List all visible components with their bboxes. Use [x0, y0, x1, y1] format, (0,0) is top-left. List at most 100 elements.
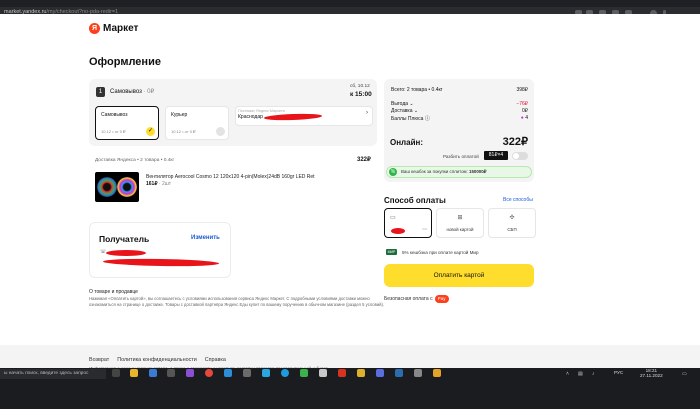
secure-payment-text: Безопасная оплата с: [384, 296, 433, 302]
plus-icon: ⊞: [457, 215, 463, 221]
network-icon[interactable]: ▤: [578, 371, 583, 377]
chevron-right-icon: ›: [366, 110, 368, 116]
app-icon[interactable]: [319, 369, 327, 377]
app-icon[interactable]: [414, 369, 422, 377]
payment-new-card[interactable]: ⊞ новой картой: [436, 208, 484, 238]
split-label: Разбить оплатой: [443, 154, 479, 159]
discount-label[interactable]: Выгода ⌄: [391, 101, 414, 107]
payment-sbp[interactable]: ✣ СБП: [488, 208, 536, 238]
delivery-date: сб, 10.12: [350, 84, 370, 89]
volume-icon[interactable]: ♪: [592, 371, 595, 377]
split-badge: 81₽×4: [484, 151, 508, 160]
delivery-label-text: Доставка: [391, 108, 413, 114]
payment-label: СБП: [507, 227, 517, 232]
option-courier[interactable]: Курьер 10.12 • от 0 ₽: [165, 106, 229, 140]
delivery-price: · 0₽: [143, 89, 155, 95]
cashback-icon: %: [389, 168, 397, 176]
delivery-time: к 15:00: [350, 91, 372, 98]
plus-value-text: 4: [525, 115, 528, 121]
card-icon: ▭: [390, 215, 396, 221]
app-icon[interactable]: [300, 369, 308, 377]
yandex-pay-badge[interactable]: Pay: [434, 295, 449, 303]
notifications-icon[interactable]: ▭: [682, 371, 687, 377]
option-sub: 10.12 • от 0 ₽: [101, 129, 126, 134]
app-icon[interactable]: [395, 369, 403, 377]
footer-link-returns[interactable]: Возврат: [89, 357, 109, 363]
app-icon[interactable]: [167, 369, 175, 377]
pickup-point-label: Постамат Яндекс Маркета: [238, 109, 285, 113]
clock-date: 27.11.2022: [640, 373, 663, 378]
online-label-text: Онлайн:: [390, 138, 423, 147]
task-view-icon[interactable]: [112, 369, 120, 377]
pickup-point-city: Краснодар: [238, 114, 263, 120]
tab-strip: [0, 0, 700, 7]
pay-button[interactable]: Оплатить картой: [384, 264, 534, 287]
app-icon[interactable]: [186, 369, 194, 377]
edit-recipient-link[interactable]: Изменить: [191, 235, 220, 241]
delivery-title: Самовывоз · 0₽: [110, 88, 154, 95]
tray-chevron-icon[interactable]: ˄: [566, 371, 569, 377]
app-icon[interactable]: [243, 369, 251, 377]
discount-label-text: Выгода: [391, 101, 409, 107]
option-sub: 10.12 • от 0 ₽: [171, 129, 196, 134]
product-unit-price: 161₽: [146, 181, 158, 187]
footer-link-help[interactable]: Справка: [205, 357, 226, 363]
mir-cashback-text: 5% кешбэка при оплате картой Мир: [402, 250, 479, 255]
explorer-icon[interactable]: [130, 369, 138, 377]
app-icon[interactable]: [376, 369, 384, 377]
logo-text: Маркет: [103, 23, 139, 34]
cashback-text: Ваш кешбэк за покупки сплитом: 150000₽: [401, 169, 486, 175]
plus-label-text: Баллы Плюса: [391, 116, 424, 122]
option-title: Курьер: [171, 112, 188, 118]
delivery-label[interactable]: Доставка ⌄: [391, 108, 418, 114]
check-icon: ✓: [146, 127, 155, 136]
shipment-total: 322₽: [357, 157, 371, 163]
app-icon[interactable]: [262, 369, 270, 377]
split-toggle[interactable]: [512, 152, 528, 160]
terms-text: Нажимая «Оплатить картой», вы соглашаете…: [89, 296, 385, 307]
language-indicator[interactable]: РУС: [614, 370, 623, 375]
step-number: 1: [96, 87, 105, 97]
items-label: Всего: 2 товара • 0.4кг: [391, 87, 443, 93]
cashback-label: Ваш кешбэк за покупки сплитом:: [401, 169, 468, 174]
all-methods-link[interactable]: Все способы: [503, 197, 533, 203]
about-title[interactable]: О товаре и продавце: [89, 289, 138, 295]
footer-link-privacy[interactable]: Политика конфиденциальности: [117, 357, 197, 363]
product-name[interactable]: Вентилятор Aerocool Cosmo 12 120x120 4-p…: [146, 174, 336, 180]
app-icon[interactable]: [338, 369, 346, 377]
delivery-type: Самовывоз: [110, 89, 142, 95]
app-icon[interactable]: [224, 369, 232, 377]
app-icon[interactable]: [433, 369, 441, 377]
recipient-title: Получатель: [99, 234, 150, 244]
delivery-value: 0₽: [522, 108, 528, 114]
product-quantity: · 2шт: [158, 181, 172, 187]
yandex-logo-icon: Я: [89, 23, 100, 34]
plus-icon: ●: [520, 115, 524, 121]
telegram-icon[interactable]: [281, 369, 289, 377]
online-label: Онлайн:: [390, 138, 423, 147]
payment-label: новой картой: [446, 227, 474, 232]
footer-links: Возврат Политика конфиденциальности Спра…: [89, 357, 226, 363]
fan-image: [97, 177, 117, 197]
taskbar-clock[interactable]: 18:21 27.11.2022: [640, 368, 663, 378]
shipment-title: Доставка Яндекса • 2 товара • 0.4кг: [95, 158, 175, 163]
product-price: 161₽ · 2шт: [146, 181, 171, 187]
option-title: Самовывоз: [101, 112, 128, 118]
online-total: 322₽: [502, 136, 528, 148]
plus-label: Баллы Плюса ⓘ: [391, 115, 430, 122]
radio-icon: [216, 127, 225, 136]
app-icon[interactable]: [149, 369, 157, 377]
info-icon[interactable]: ⓘ: [425, 116, 430, 122]
payment-saved-card[interactable]: ▭ ••••: [384, 208, 432, 238]
fan-image: [117, 177, 137, 197]
redaction-mark: [391, 228, 405, 234]
option-pickup[interactable]: Самовывоз 10.12 • от 0 ₽ ✓: [95, 106, 159, 140]
app-icon[interactable]: [357, 369, 365, 377]
logo[interactable]: Я Маркет: [89, 23, 138, 34]
page-title: Оформление: [89, 56, 161, 68]
chrome-icon[interactable]: [205, 369, 213, 377]
product-image[interactable]: [95, 172, 139, 202]
discount-value: −76₽: [516, 101, 528, 107]
taskbar-search[interactable]: ы начать поиск, введите здесь запрос: [0, 369, 106, 379]
plus-value: ● 4: [480, 115, 528, 121]
